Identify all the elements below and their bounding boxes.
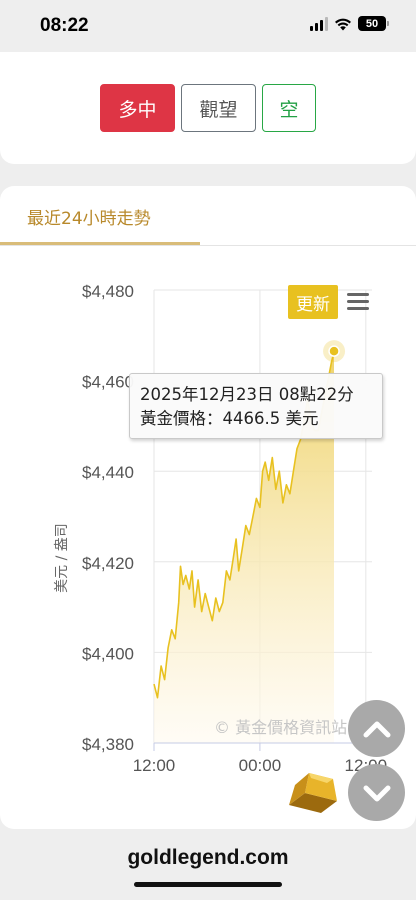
sentiment-buttons: 多中 觀望 空	[100, 84, 316, 132]
battery-level: 50	[365, 17, 379, 30]
hover-point[interactable]	[328, 345, 340, 357]
watch-button[interactable]: 觀望	[181, 84, 256, 132]
y-tick-label: $4,460	[82, 373, 134, 392]
chart-tooltip: 2025年12月23日 08點22分 黃金價格：4466.5 美元	[129, 373, 383, 439]
cellular-signal-icon	[310, 16, 328, 31]
sentiment-card: 多中 觀望 空	[0, 52, 416, 164]
y-axis-label: 美元 / 盎司	[54, 523, 70, 593]
scroll-up-button[interactable]	[348, 700, 405, 757]
watermark: © 黃金價格資訊站	[214, 718, 348, 737]
chart-card: 最近24小時走勢 $4,380 $4,400 $4,420 $4,440 $4,460 $…	[0, 186, 416, 829]
tooltip-date: 2025年12月23日 08點22分	[140, 385, 354, 404]
y-tick-label: $4,480	[82, 282, 134, 301]
y-tick-label: $4,440	[82, 463, 134, 482]
gold-bar-icon	[289, 773, 337, 813]
refresh-button[interactable]: 更新	[288, 285, 338, 319]
chevron-down-icon	[363, 785, 390, 801]
status-icons: 50	[310, 16, 389, 31]
short-button[interactable]: 空	[262, 84, 316, 132]
x-tick-label: 12:00	[133, 756, 176, 775]
chevron-up-icon	[363, 721, 390, 737]
tooltip-price: 黃金價格：4466.5 美元	[140, 409, 319, 428]
y-tick-label: $4,420	[82, 554, 134, 573]
wifi-icon	[335, 18, 351, 30]
y-tick-label: $4,400	[82, 644, 134, 663]
scroll-down-button[interactable]	[348, 764, 405, 821]
chart-menu-icon[interactable]	[347, 293, 369, 310]
y-tick-label: $4,380	[82, 735, 134, 754]
home-indicator	[134, 882, 282, 887]
status-bar: 08:22 50	[0, 0, 416, 52]
x-tick-label: 00:00	[239, 756, 282, 775]
long-button[interactable]: 多中	[100, 84, 175, 132]
site-name: goldlegend.com	[127, 846, 289, 869]
status-time: 08:22	[40, 15, 89, 36]
battery-icon: 50	[358, 16, 389, 31]
